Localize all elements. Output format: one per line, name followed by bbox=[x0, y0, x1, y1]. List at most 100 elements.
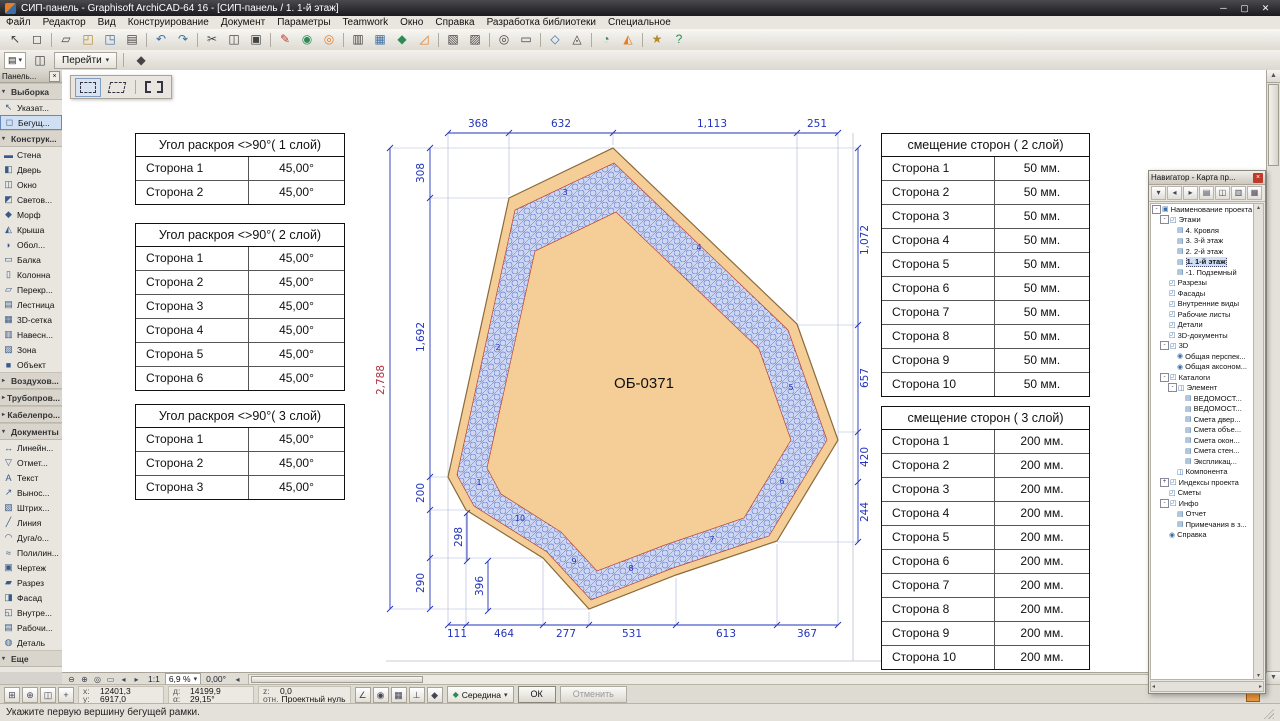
polar-coords-icon[interactable]: ◉ bbox=[372, 686, 389, 703]
open-file-icon[interactable]: ◰ bbox=[78, 30, 98, 49]
tree-item[interactable]: ▤ Смета окон... bbox=[1151, 435, 1253, 446]
favorites-icon[interactable]: ★ bbox=[647, 30, 667, 49]
relative-coords-icon[interactable]: ∠ bbox=[354, 686, 371, 703]
tree-item[interactable]: ▤ ВЕДОМОСТ... bbox=[1151, 404, 1253, 415]
toolbox-tool[interactable]: ■ Объект bbox=[0, 357, 62, 372]
toolbox-group[interactable]: ▾ Документы bbox=[0, 423, 62, 440]
snap-point-selector[interactable]: ◆ Середина ▾ bbox=[446, 686, 514, 703]
tree-item[interactable]: ◫ Компонента bbox=[1151, 467, 1253, 478]
view-rotation-label[interactable]: 0,00° bbox=[203, 674, 229, 684]
toolbox-tool[interactable]: A Текст bbox=[0, 470, 62, 485]
tree-expander-icon[interactable]: - bbox=[1168, 383, 1177, 393]
toolbox-tool[interactable]: ◧ Дверь bbox=[0, 162, 62, 177]
tree-item[interactable]: ▤ 1. 1-й этаж bbox=[1151, 256, 1253, 267]
toolbox-tool[interactable]: ◠ Дуга/о... bbox=[0, 530, 62, 545]
tracker-icon[interactable]: ⊞ bbox=[4, 686, 20, 703]
navigator-vertical-scrollbar[interactable]: ▴ ▾ bbox=[1254, 203, 1264, 680]
drawing-canvas[interactable]: 368 632 1,113 251 111 464 277 531 613 36… bbox=[62, 70, 1267, 672]
tree-item[interactable]: - ◰ Этажи bbox=[1151, 215, 1253, 226]
tree-expander-icon[interactable]: + bbox=[1160, 477, 1169, 487]
toolbox-tool[interactable]: ▦ 3D-сетка bbox=[0, 312, 62, 327]
forward-icon[interactable]: ▸ bbox=[1183, 186, 1198, 200]
marquee-all-stories-button[interactable] bbox=[141, 78, 167, 97]
snap-settings-icon[interactable]: ◆ bbox=[426, 686, 443, 703]
ok-button[interactable]: ОК bbox=[517, 686, 556, 703]
tree-item[interactable]: - ◰ Каталоги bbox=[1151, 372, 1253, 383]
inject-parameters-icon[interactable]: ◎ bbox=[319, 30, 339, 49]
tree-item[interactable]: ◰ Сметы bbox=[1151, 488, 1253, 499]
menu-item[interactable]: Вид bbox=[92, 16, 122, 29]
toolbox-tool[interactable]: ▯ Колонна bbox=[0, 267, 62, 282]
toolbox-tool[interactable]: ◱ Внутре... bbox=[0, 605, 62, 620]
user-origin-icon[interactable]: + bbox=[58, 686, 74, 703]
tree-item[interactable]: ▤ 2. 2-й этаж bbox=[1151, 246, 1253, 257]
grid-lock-icon[interactable]: ▦ bbox=[390, 686, 407, 703]
toolbox-tool[interactable]: ◆ Морф bbox=[0, 207, 62, 222]
zoom-out-icon[interactable]: ⊖ bbox=[65, 675, 78, 684]
window-switch-icon[interactable]: ◫ bbox=[30, 51, 50, 70]
menu-item[interactable]: Редактор bbox=[37, 16, 92, 29]
tree-expander-icon[interactable]: - bbox=[1160, 498, 1169, 508]
scroll-up-icon[interactable]: ▲ bbox=[1267, 70, 1280, 83]
marquee-tool-icon[interactable]: ◻ bbox=[27, 30, 47, 49]
project-map-icon[interactable]: ▤ bbox=[1199, 186, 1214, 200]
tree-item[interactable]: ▤ 3. 3-й этаж bbox=[1151, 236, 1253, 247]
toolbox-tool[interactable]: ▣ Чертеж bbox=[0, 560, 62, 575]
go-to-button[interactable]: Перейти ▾ bbox=[54, 51, 118, 69]
undo-icon[interactable]: ↶ bbox=[151, 30, 171, 49]
toolbox-tool[interactable]: ▭ Балка bbox=[0, 252, 62, 267]
toolbox-group[interactable]: ▾ Конструк... bbox=[0, 130, 62, 147]
tree-item[interactable]: ▤ Смета стен... bbox=[1151, 446, 1253, 457]
3d-view-icon[interactable]: ◇ bbox=[545, 30, 565, 49]
tree-item[interactable]: - ▣ Наименование проекта bbox=[1151, 204, 1253, 215]
toolbox-group[interactable]: ▾ Выборка bbox=[0, 83, 62, 100]
tree-item[interactable]: ▤ Смета объе... bbox=[1151, 425, 1253, 436]
resize-grip[interactable] bbox=[1261, 706, 1274, 719]
tree-item[interactable]: ◰ Рабочие листы bbox=[1151, 309, 1253, 320]
tree-item[interactable]: ▤ Экспликац... bbox=[1151, 456, 1253, 467]
tree-item[interactable]: ◰ Фасады bbox=[1151, 288, 1253, 299]
groups-icon[interactable]: ▧ bbox=[443, 30, 463, 49]
tree-item[interactable]: ◉ Справка bbox=[1151, 530, 1253, 541]
toolbox-tool[interactable]: ▱ Перекр... bbox=[0, 282, 62, 297]
tree-item[interactable]: ◰ 3D-документы bbox=[1151, 330, 1253, 341]
marquee-single-story-button[interactable] bbox=[75, 77, 101, 97]
grid-snap-icon[interactable]: ▦ bbox=[370, 30, 390, 49]
scrollbar-thumb[interactable] bbox=[251, 675, 424, 683]
next-view-icon[interactable]: ▸ bbox=[130, 675, 143, 684]
toolbox-tool[interactable]: ≈ Полилин... bbox=[0, 545, 62, 560]
zoom-in-icon[interactable]: ⊕ bbox=[78, 675, 91, 684]
tree-expander-icon[interactable]: - bbox=[1152, 204, 1161, 214]
toolbox-tool[interactable]: ◍ Деталь bbox=[0, 635, 62, 650]
tree-item[interactable]: ▤ Примечания в з... bbox=[1151, 519, 1253, 530]
pan-icon[interactable]: ◎ bbox=[91, 675, 104, 684]
toolbox-tool[interactable]: ↔ Линейн... bbox=[0, 440, 62, 455]
previous-view-icon[interactable]: ◂ bbox=[117, 675, 130, 684]
canvas-vertical-scrollbar[interactable]: ▲ ▼ bbox=[1266, 70, 1280, 684]
tree-item[interactable]: ▤ ВЕДОМОСТ... bbox=[1151, 393, 1253, 404]
scroll-left-icon[interactable]: ◂ bbox=[1152, 683, 1155, 690]
toolbox-tool[interactable]: ▥ Навесн... bbox=[0, 327, 62, 342]
tree-item[interactable]: ▤ 4. Кровля bbox=[1151, 225, 1253, 236]
menu-item[interactable]: Конструирование bbox=[122, 16, 215, 29]
menu-item[interactable]: Окно bbox=[394, 16, 429, 29]
tree-item[interactable]: ◰ Разрезы bbox=[1151, 278, 1253, 289]
marquee-poly-button[interactable] bbox=[104, 78, 130, 97]
tree-item[interactable]: + ◰ Индексы проекта bbox=[1151, 477, 1253, 488]
toolbox-tool[interactable]: ◫ Окно bbox=[0, 177, 62, 192]
print-icon[interactable]: ▤ bbox=[122, 30, 142, 49]
toolbox-group[interactable]: ▸ Трубопров... bbox=[0, 389, 62, 406]
toolbox-group[interactable]: ▾ Еще bbox=[0, 650, 62, 667]
tree-item[interactable]: ▤ Отчет bbox=[1151, 509, 1253, 520]
toolbox-tool[interactable]: ▨ Зона bbox=[0, 342, 62, 357]
menu-item[interactable]: Файл bbox=[0, 16, 37, 29]
camera-icon[interactable]: ◬ bbox=[567, 30, 587, 49]
new-file-icon[interactable]: ▱ bbox=[56, 30, 76, 49]
help-icon[interactable]: ? bbox=[669, 30, 689, 49]
scale-ratio-label[interactable]: 1:1 bbox=[145, 674, 163, 684]
tree-expander-icon[interactable]: - bbox=[1160, 215, 1169, 225]
minimize-button[interactable]: ─ bbox=[1217, 3, 1230, 14]
tree-item[interactable]: - ◰ 3D bbox=[1151, 341, 1253, 352]
pin-icon[interactable]: ◆ bbox=[131, 51, 151, 70]
fit-in-window-icon[interactable]: ▭ bbox=[104, 675, 117, 684]
